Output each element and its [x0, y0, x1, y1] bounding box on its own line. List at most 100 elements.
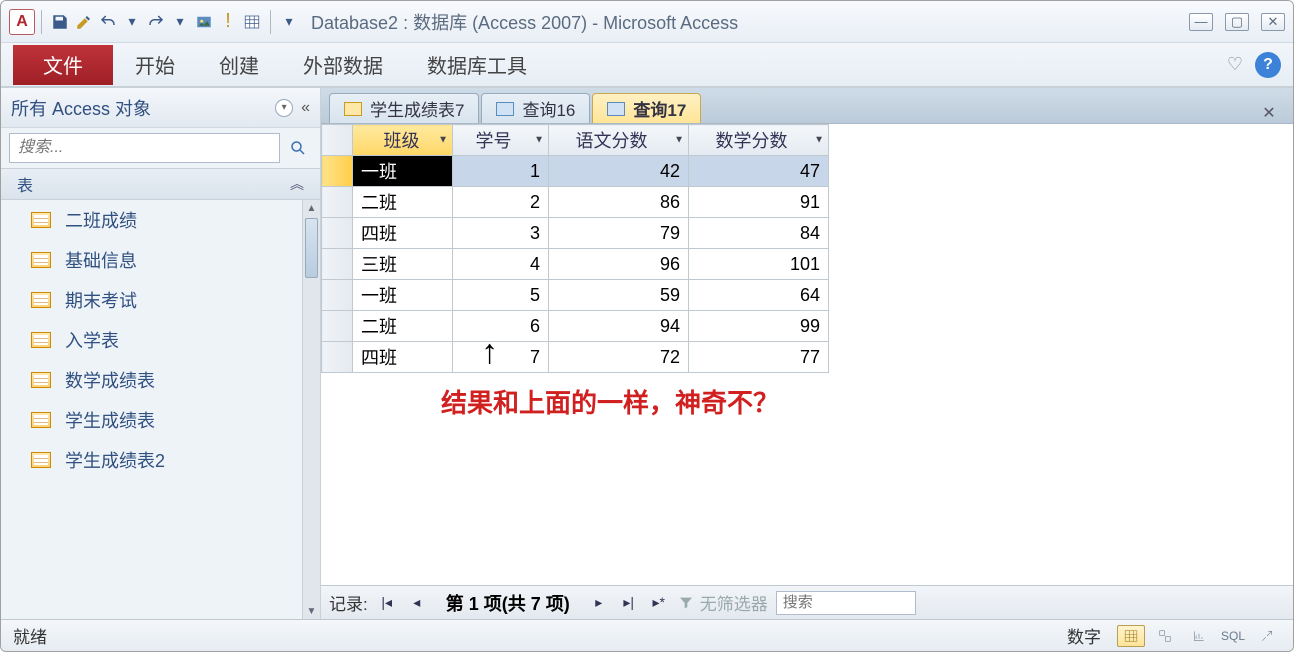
row-selector[interactable] [322, 280, 353, 311]
view-sql-button[interactable]: SQL [1219, 625, 1247, 647]
nav-dropdown-icon[interactable]: ▾ [275, 99, 293, 117]
cell[interactable]: 三班 [353, 249, 453, 280]
column-header[interactable]: 班级▼ [353, 125, 453, 156]
nav-scrollbar[interactable]: ▲ ▼ [302, 200, 320, 619]
save-icon[interactable] [48, 10, 72, 34]
cell[interactable]: 42 [549, 156, 689, 187]
cell[interactable]: 5 [453, 280, 549, 311]
table-row[interactable]: 四班77277 [322, 342, 829, 373]
row-selector[interactable] [322, 156, 353, 187]
scroll-thumb[interactable] [305, 218, 318, 278]
nav-item[interactable]: 期末考试 [1, 280, 320, 320]
search-icon[interactable] [284, 134, 312, 162]
record-prev-button[interactable]: ◂ [406, 592, 428, 614]
cell[interactable]: 47 [689, 156, 829, 187]
table-row[interactable]: 二班69499 [322, 311, 829, 342]
cell[interactable]: 7 [453, 342, 549, 373]
cell[interactable]: 二班 [353, 187, 453, 218]
cell[interactable]: 72 [549, 342, 689, 373]
datasheet[interactable]: 班级▼学号▼语文分数▼数学分数▼一班14247二班28691四班37984三班4… [321, 124, 1293, 585]
record-last-button[interactable]: ▸| [618, 592, 640, 614]
record-search-input[interactable] [776, 591, 916, 615]
cell[interactable]: 77 [689, 342, 829, 373]
close-button[interactable]: ✕ [1261, 13, 1285, 31]
table-row[interactable]: 二班28691 [322, 187, 829, 218]
record-position[interactable]: 第 1 项(共 7 项) [436, 590, 580, 616]
table-row[interactable]: 四班37984 [322, 218, 829, 249]
column-header[interactable]: 学号▼ [453, 125, 549, 156]
nav-item[interactable]: 二班成绩 [1, 200, 320, 240]
redo-dropdown-icon[interactable]: ▾ [168, 10, 192, 34]
cell[interactable]: 6 [453, 311, 549, 342]
cell[interactable]: 3 [453, 218, 549, 249]
filter-dropdown-icon[interactable]: ▼ [814, 135, 824, 146]
scroll-up-icon[interactable]: ▲ [303, 200, 320, 216]
cell[interactable]: 91 [689, 187, 829, 218]
filter-dropdown-icon[interactable]: ▼ [438, 135, 448, 146]
minimize-button[interactable]: — [1189, 13, 1213, 31]
nav-item[interactable]: 数学成绩表 [1, 360, 320, 400]
row-selector[interactable] [322, 342, 353, 373]
maximize-button[interactable]: ▢ [1225, 13, 1249, 31]
datasheet-icon[interactable] [240, 10, 264, 34]
table-row[interactable]: 一班14247 [322, 156, 829, 187]
cell[interactable]: 4 [453, 249, 549, 280]
cell[interactable]: 86 [549, 187, 689, 218]
view-pivot-button[interactable] [1151, 625, 1179, 647]
nav-item[interactable]: 入学表 [1, 320, 320, 360]
qat-customize-icon[interactable]: ▾ [277, 10, 301, 34]
cell[interactable]: 84 [689, 218, 829, 249]
cell[interactable]: 1 [453, 156, 549, 187]
cell[interactable]: 四班 [353, 342, 453, 373]
nav-title[interactable]: 所有 Access 对象 [11, 95, 275, 121]
file-tab[interactable]: 文件 [13, 45, 113, 85]
no-filter-label[interactable]: 无筛选器 [678, 590, 768, 615]
row-selector[interactable] [322, 311, 353, 342]
view-design-button[interactable] [1253, 625, 1281, 647]
column-header[interactable]: 语文分数▼ [549, 125, 689, 156]
cell[interactable]: 64 [689, 280, 829, 311]
nav-group-tables[interactable]: 表 ︽ [1, 168, 320, 200]
table-row[interactable]: 一班55964 [322, 280, 829, 311]
doc-tab[interactable]: 查询17 [592, 93, 701, 123]
ribbon-tab-dbtools[interactable]: 数据库工具 [405, 45, 549, 85]
cell[interactable]: 四班 [353, 218, 453, 249]
record-new-button[interactable]: ▸* [648, 592, 670, 614]
undo-dropdown-icon[interactable]: ▾ [120, 10, 144, 34]
select-all-cell[interactable] [322, 125, 353, 156]
cell[interactable]: 99 [689, 311, 829, 342]
nav-collapse-icon[interactable]: « [301, 99, 310, 117]
undo-icon[interactable] [96, 10, 120, 34]
redo-icon[interactable] [144, 10, 168, 34]
picture-icon[interactable] [192, 10, 216, 34]
nav-item[interactable]: 学生成绩表 [1, 400, 320, 440]
column-header[interactable]: 数学分数▼ [689, 125, 829, 156]
cell[interactable]: 96 [549, 249, 689, 280]
doc-tab[interactable]: 学生成绩表7 [329, 93, 479, 123]
cell[interactable]: 94 [549, 311, 689, 342]
heart-icon[interactable]: ♡ [1227, 54, 1243, 75]
cell[interactable]: 79 [549, 218, 689, 249]
cell[interactable]: 2 [453, 187, 549, 218]
ribbon-tab-home[interactable]: 开始 [113, 45, 197, 85]
nav-item[interactable]: 学生成绩表2 [1, 440, 320, 480]
ribbon-tab-create[interactable]: 创建 [197, 45, 281, 85]
table-row[interactable]: 三班496101 [322, 249, 829, 280]
cell[interactable]: 二班 [353, 311, 453, 342]
row-selector[interactable] [322, 187, 353, 218]
ribbon-tab-external[interactable]: 外部数据 [281, 45, 405, 85]
quick-edit-icon[interactable] [72, 10, 96, 34]
view-datasheet-button[interactable] [1117, 625, 1145, 647]
warning-icon[interactable]: ! [216, 10, 240, 34]
filter-dropdown-icon[interactable]: ▼ [674, 135, 684, 146]
nav-search-input[interactable] [9, 133, 280, 163]
tab-close-icon[interactable]: ✕ [1259, 103, 1279, 123]
row-selector[interactable] [322, 249, 353, 280]
cell[interactable]: 101 [689, 249, 829, 280]
record-next-button[interactable]: ▸ [588, 592, 610, 614]
help-icon[interactable]: ? [1255, 52, 1281, 78]
cell[interactable]: 一班 [353, 280, 453, 311]
view-chart-button[interactable] [1185, 625, 1213, 647]
filter-dropdown-icon[interactable]: ▼ [534, 135, 544, 146]
row-selector[interactable] [322, 218, 353, 249]
